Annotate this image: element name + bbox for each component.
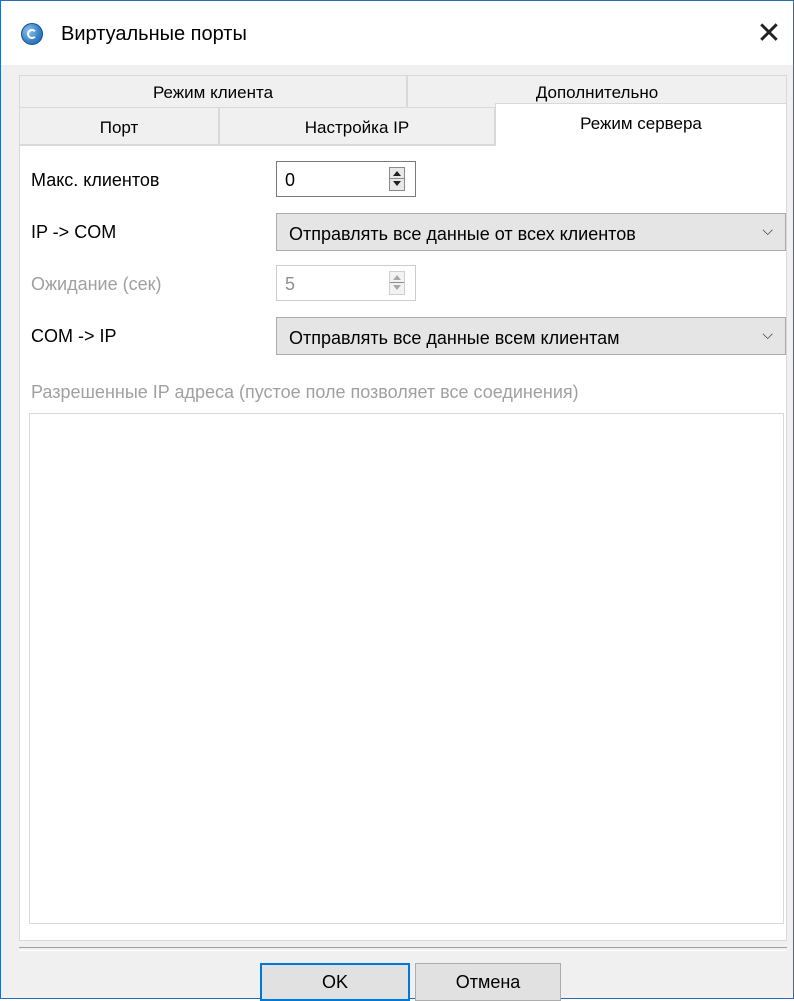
tab-server-mode[interactable]: Режим сервера <box>495 103 787 146</box>
max-clients-label: Макс. клиентов <box>31 170 160 190</box>
ip-to-com-select[interactable]: Отправлять все данные от всех клиентов ⌵ <box>276 213 786 251</box>
separator <box>19 947 787 951</box>
ip-to-com-value: Отправлять все данные от всех клиентов <box>289 224 636 244</box>
allowed-ips-list[interactable] <box>29 413 784 924</box>
max-clients-value: 0 <box>285 170 296 190</box>
tab-port[interactable]: Порт <box>19 107 219 145</box>
tab-ip-settings[interactable]: Настройка IP <box>219 107 495 145</box>
cancel-button[interactable]: Отмена <box>415 963 561 1001</box>
spinner-arrows-icon[interactable] <box>389 167 405 191</box>
ip-to-com-label: IP -> COM <box>31 222 117 242</box>
com-to-ip-value: Отправлять все данные всем клиентам <box>289 328 620 348</box>
spinner-arrows-icon <box>389 271 405 295</box>
close-icon[interactable]: ✕ <box>753 19 785 51</box>
app-globe-icon <box>21 23 43 45</box>
com-to-ip-label: COM -> IP <box>31 326 117 346</box>
chevron-down-icon: ⌵ <box>762 327 773 343</box>
allowed-ips-label: Разрешенные IP адреса (пустое поле позво… <box>31 382 579 402</box>
chevron-down-icon: ⌵ <box>762 223 773 239</box>
ok-button[interactable]: OK <box>260 963 410 1001</box>
max-clients-spinner[interactable]: 0 <box>276 161 416 197</box>
timeout-spinner: 5 <box>276 265 416 301</box>
timeout-value: 5 <box>285 274 296 294</box>
tab-client-mode[interactable]: Режим клиента <box>19 75 407 107</box>
com-to-ip-select[interactable]: Отправлять все данные всем клиентам ⌵ <box>276 317 786 355</box>
window-title: Виртуальные порты <box>61 23 247 45</box>
virtual-ports-dialog: Виртуальные порты ✕ Режим клиента Дополн… <box>0 0 794 1001</box>
timeout-label: Ожидание (сек) <box>31 274 162 294</box>
title-bar: Виртуальные порты ✕ <box>1 1 793 65</box>
